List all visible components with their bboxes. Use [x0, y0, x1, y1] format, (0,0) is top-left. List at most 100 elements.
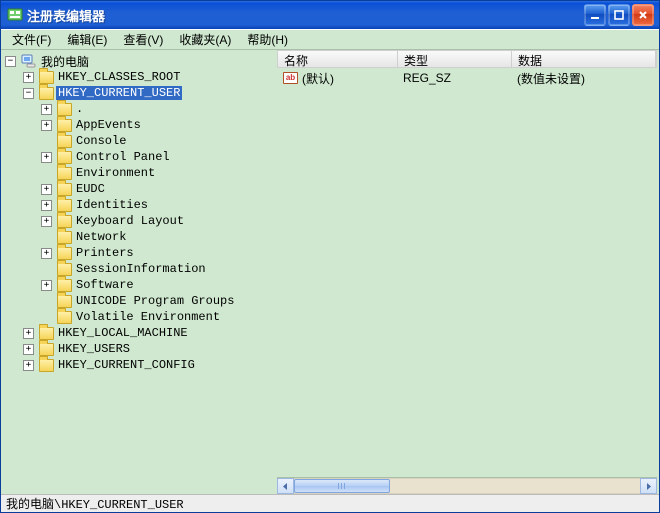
tree-key-volatile-environment[interactable]: Volatile Environment [41, 309, 271, 325]
toggle-icon[interactable]: + [23, 72, 34, 83]
folder-icon [39, 343, 54, 356]
toggle-blank [41, 136, 52, 147]
tree-label: AppEvents [74, 118, 143, 132]
tree-key-sessioninformation[interactable]: SessionInformation [41, 261, 271, 277]
toggle-icon[interactable]: − [23, 88, 34, 99]
column-header-name[interactable]: 名称 [278, 51, 398, 67]
menu-favorites[interactable]: 收藏夹(A) [172, 30, 238, 49]
folder-icon [57, 231, 72, 244]
folder-icon [57, 135, 72, 148]
tree-key-eudc[interactable]: + EUDC [41, 181, 271, 197]
window-title: 注册表编辑器 [27, 6, 584, 25]
folder-icon [57, 167, 72, 180]
folder-icon [39, 71, 54, 84]
scroll-thumb[interactable] [294, 479, 390, 493]
folder-icon [57, 311, 72, 324]
tree-label: . [74, 102, 85, 116]
tree-key-keyboard-layout[interactable]: +Keyboard Layout [41, 213, 271, 229]
window-controls [584, 4, 654, 26]
folder-icon [39, 327, 54, 340]
scroll-track[interactable] [294, 478, 640, 494]
toggle-icon[interactable]: + [41, 152, 52, 163]
menu-bar: 文件(F) 编辑(E) 查看(V) 收藏夹(A) 帮助(H) [1, 29, 659, 50]
tree-hive-current-user[interactable]: − HKEY_CURRENT_USER [23, 85, 271, 101]
tree-hive-local-machine[interactable]: + HKEY_LOCAL_MACHINE [23, 325, 271, 341]
title-bar: 注册表编辑器 [1, 1, 659, 29]
column-header-type[interactable]: 类型 [398, 51, 512, 67]
tree-label: Printers [74, 246, 136, 260]
toggle-icon[interactable]: + [41, 104, 52, 115]
tree-hive-classes-root[interactable]: + HKEY_CLASSES_ROOT [23, 69, 271, 85]
folder-icon [57, 247, 72, 260]
menu-help[interactable]: 帮助(H) [240, 30, 295, 49]
value-data: (数值未设置) [513, 70, 655, 87]
tree-label: Volatile Environment [74, 310, 222, 324]
folder-icon [57, 103, 72, 116]
folder-icon [57, 199, 72, 212]
folder-open-icon [39, 87, 54, 100]
tree-label: HKEY_CURRENT_CONFIG [56, 358, 197, 372]
tree-pane[interactable]: − 我的电脑 + HKE [3, 50, 273, 494]
tree-key-network[interactable]: Network [41, 229, 271, 245]
folder-icon [57, 183, 72, 196]
toggle-icon[interactable]: + [41, 184, 52, 195]
toggle-blank [41, 232, 52, 243]
value-name: (默认) [302, 70, 334, 87]
list-row[interactable]: ab (默认) REG_SZ (数值未设置) [277, 70, 657, 86]
tree-label: Software [74, 278, 136, 292]
minimize-button[interactable] [584, 4, 606, 26]
toggle-icon[interactable]: + [41, 120, 52, 131]
toggle-blank [41, 264, 52, 275]
menu-edit[interactable]: 编辑(E) [60, 30, 114, 49]
tree-label: HKEY_CLASSES_ROOT [56, 70, 182, 84]
column-header-data[interactable]: 数据 [512, 51, 656, 67]
tree-key-console[interactable]: Console [41, 133, 271, 149]
tree-hive-users[interactable]: + HKEY_USERS [23, 341, 271, 357]
toggle-icon[interactable]: + [23, 344, 34, 355]
toggle-icon[interactable]: + [41, 216, 52, 227]
folder-icon [39, 359, 54, 372]
maximize-button[interactable] [608, 4, 630, 26]
toggle-icon[interactable]: + [41, 200, 52, 211]
tree-key-identities[interactable]: + Identities [41, 197, 271, 213]
tree-label: Identities [74, 198, 150, 212]
list-pane: 名称 类型 数据 ab (默认) REG_SZ (数值未设置) [277, 50, 657, 494]
horizontal-scrollbar[interactable] [277, 477, 657, 494]
value-type: REG_SZ [399, 71, 513, 85]
toggle-icon[interactable]: + [23, 328, 34, 339]
tree-hive-current-config[interactable]: + HKEY_CURRENT_CONFIG [23, 357, 271, 373]
toggle-icon[interactable]: + [41, 248, 52, 259]
toggle-icon[interactable]: + [23, 360, 34, 371]
tree-root[interactable]: − 我的电脑 [5, 53, 271, 69]
toggle-icon[interactable]: + [41, 280, 52, 291]
tree-label: SessionInformation [74, 262, 208, 276]
toggle-blank [41, 296, 52, 307]
menu-view[interactable]: 查看(V) [116, 30, 170, 49]
folder-icon [57, 295, 72, 308]
scroll-right-button[interactable] [640, 478, 657, 494]
tree-label: HKEY_LOCAL_MACHINE [56, 326, 190, 340]
toggle-icon[interactable]: − [5, 56, 16, 67]
tree-key-software[interactable]: + Software [41, 277, 271, 293]
menu-file[interactable]: 文件(F) [5, 30, 58, 49]
toggle-blank [41, 312, 52, 323]
app-icon [7, 7, 23, 23]
tree-label: EUDC [74, 182, 107, 196]
folder-icon [57, 119, 72, 132]
list-body[interactable]: ab (默认) REG_SZ (数值未设置) [277, 68, 657, 477]
tree-label: Console [74, 134, 128, 148]
folder-icon [57, 215, 72, 228]
tree-label: Network [74, 230, 128, 244]
close-button[interactable] [632, 4, 654, 26]
tree-key-dot[interactable]: +. [41, 101, 271, 117]
tree-key-control-panel[interactable]: + Control Panel [41, 149, 271, 165]
tree-key-unicode-program-groups[interactable]: UNICODE Program Groups [41, 293, 271, 309]
tree-label: Control Panel [74, 150, 172, 164]
status-path: 我的电脑\HKEY_CURRENT_USER [6, 495, 184, 512]
tree-key-environment[interactable]: Environment [41, 165, 271, 181]
scroll-left-button[interactable] [277, 478, 294, 494]
string-value-icon: ab [283, 72, 298, 84]
tree-key-appevents[interactable]: + AppEvents [41, 117, 271, 133]
client-area: − 我的电脑 + HKE [1, 50, 659, 494]
tree-key-printers[interactable]: + Printers [41, 245, 271, 261]
